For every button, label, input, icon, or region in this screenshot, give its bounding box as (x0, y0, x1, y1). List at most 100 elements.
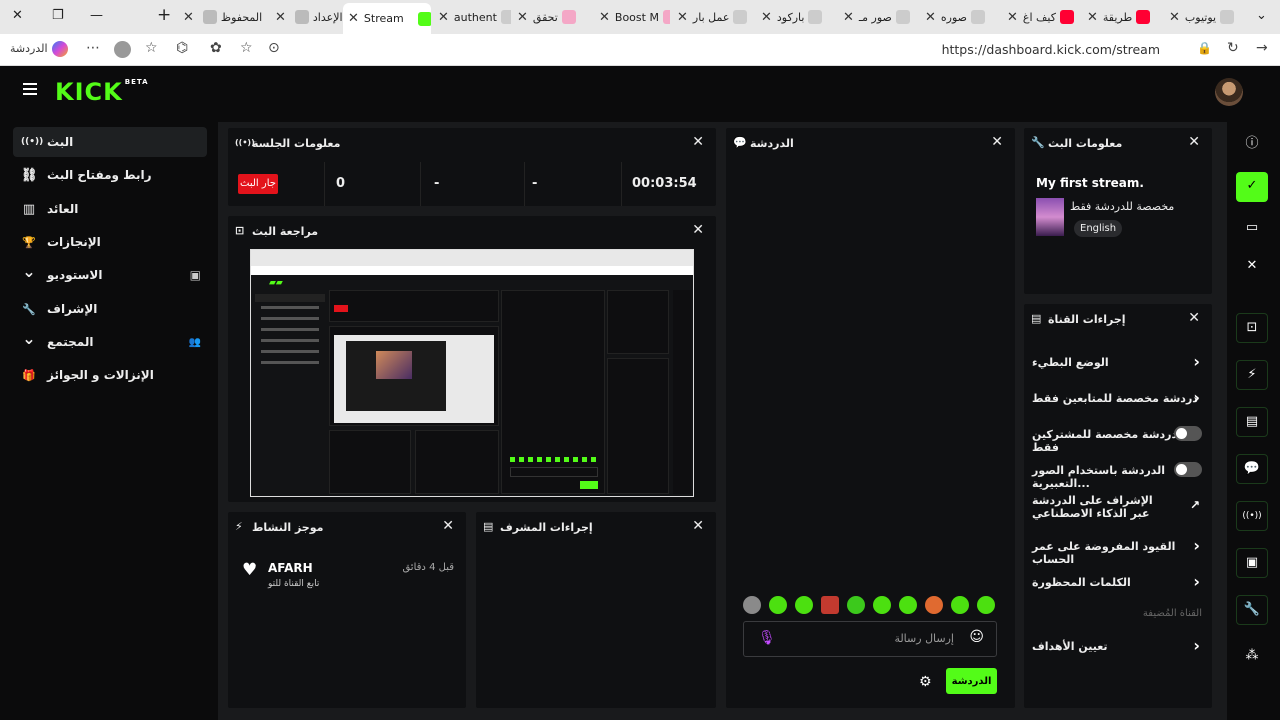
tab-make-barcode[interactable]: ✕ عمل بار (672, 4, 754, 30)
emote-icon[interactable] (925, 596, 943, 614)
stream-preview-video[interactable]: ▰▰ (250, 249, 694, 497)
tab-favicon-icon (1220, 10, 1235, 24)
close-icon[interactable]: ✕ (442, 518, 454, 534)
tab-how[interactable]: ✕ كيف اغ (1002, 4, 1080, 30)
close-icon[interactable]: ✕ (692, 134, 704, 150)
lightning-icon[interactable]: ⚡ (1236, 360, 1268, 390)
divider (524, 162, 525, 206)
sidebar-item-drops[interactable]: 🎁 الإنزالات و الجوائز (13, 360, 207, 390)
emote-icon[interactable] (769, 596, 787, 614)
close-icon[interactable]: ✕ (1188, 310, 1200, 326)
panel-header: ((•)) معلومات الجلسة ✕ (235, 134, 704, 150)
action-followers-only[interactable]: دردشة مخصصة للمتابعين فقط › (1024, 384, 1212, 414)
activity-feed-panel: ⚡ موجز النشاط ✕ ♥ AFARH قبل 4 دقائق تابع… (228, 512, 466, 708)
category-name[interactable]: مخصصة للدردشة فقط (1070, 200, 1174, 213)
sidebar-item-stream[interactable]: ((•)) البث (13, 127, 207, 157)
action-slow-mode[interactable]: الوضع البطيء › (1024, 348, 1212, 378)
close-icon[interactable]: ✕ (692, 518, 704, 534)
external-link-icon: ↗ (1189, 498, 1200, 512)
emote-icon[interactable] (899, 596, 917, 614)
extensions-icon[interactable]: ✿ (210, 40, 222, 56)
emote-icon[interactable] (743, 596, 761, 614)
add-favorite-icon[interactable]: ☆ (240, 40, 253, 56)
close-window-icon[interactable]: ✕ (12, 8, 23, 23)
tab-images[interactable]: ✕ صور مـ (838, 4, 918, 30)
browser-tab-bar: ✕ ❐ — + ✕ المحفوظ ✕ الإعداد ✕ Stream ✕ authe… (0, 0, 1280, 34)
emote-icon[interactable] (951, 596, 969, 614)
smiley-icon[interactable]: ☺ (969, 629, 984, 645)
tab-settings[interactable]: ✕ الإعداد (270, 4, 348, 30)
chat-input[interactable]: 🎙 إرسال رسالة ☺ (743, 621, 997, 657)
close-icon[interactable]: ✕ (991, 134, 1003, 150)
emote-icon[interactable] (795, 596, 813, 614)
emote-icon[interactable] (847, 596, 865, 614)
emote-icon[interactable] (873, 596, 891, 614)
sidebar-item-community[interactable]: ⌄ المجتمع 👥 (13, 327, 207, 357)
sidebar-item-studio[interactable]: ⌄ الاستوديو ▣ (13, 260, 207, 290)
tab-favicon-icon (202, 10, 217, 24)
close-icon[interactable]: ✕ (1188, 134, 1200, 150)
send-chat-button[interactable]: الدردشة (946, 668, 997, 694)
layout-grid-icon[interactable]: ▣ (1236, 548, 1268, 578)
layout-icon[interactable]: ▭ (1236, 214, 1268, 244)
check-icon[interactable]: ✓ (1236, 172, 1268, 202)
close-icon[interactable]: ✕ (1236, 252, 1268, 282)
sidebar-item-stream-key[interactable]: ⛓ رابط ومفتاح البث (13, 160, 207, 190)
tab-image[interactable]: ✕ صوره (920, 4, 1000, 30)
broadcast-icon[interactable]: ((•)) (1236, 501, 1268, 531)
sidebar-item-achievements[interactable]: 🏆 الإنجازات (13, 227, 207, 257)
tab-barcode[interactable]: ✕ باركود (756, 4, 836, 30)
wrench-icon[interactable]: 🔧 (1236, 595, 1268, 625)
action-account-age[interactable]: القيود المفروضة على عمر الحساب › (1024, 532, 1212, 566)
camera-icon[interactable]: ⊡ (1236, 313, 1268, 343)
close-icon[interactable]: ✕ (692, 222, 704, 238)
url-box[interactable]: https://dashboard.kick.com/stream (260, 38, 1220, 62)
restore-window-icon[interactable]: ❐ (52, 8, 64, 23)
stream-title[interactable]: My first stream. (1036, 176, 1144, 190)
heart-icon: ♥ (242, 560, 258, 580)
avatar[interactable] (1215, 78, 1243, 106)
sidebar-item-moderation[interactable]: 🔧 الإشراف (13, 294, 207, 324)
back-icon[interactable]: → (1256, 40, 1268, 56)
sidebar-item-revenue[interactable]: ▥ العائد (13, 194, 207, 224)
new-tab-icon[interactable]: + (157, 5, 171, 25)
microphone-icon[interactable]: 🎙 (758, 630, 776, 646)
favorites-icon[interactable]: ☆ (145, 40, 158, 56)
tab-search-icon[interactable]: ⌄ (1256, 8, 1267, 23)
action-ai-moderation[interactable]: الإشراف على الدردشة عبر الذكاء الاصطناعي… (1024, 490, 1212, 530)
menu-icon[interactable] (23, 83, 37, 98)
copilot-label[interactable]: الدردشة (10, 42, 48, 55)
trophy-icon: 🏆 (22, 235, 36, 249)
preview-rail (673, 290, 691, 494)
copilot-icon[interactable] (52, 41, 68, 57)
tab-youtube[interactable]: ✕ يوتيوب (1164, 4, 1248, 30)
tab-saved[interactable]: ✕ المحفوظ (178, 4, 268, 30)
community-icon[interactable]: ⁂ (1236, 642, 1268, 672)
action-set-goals[interactable]: تعيين الأهداف › (1024, 632, 1212, 662)
tab-favicon-icon (971, 10, 986, 24)
emote-icon[interactable] (821, 596, 839, 614)
tab-boost[interactable]: ✕ Boost M (594, 4, 670, 30)
profile-icon[interactable] (114, 41, 131, 58)
emote-icon[interactable] (977, 596, 995, 614)
minimize-window-icon[interactable]: — (90, 8, 103, 23)
tab-authent[interactable]: ✕ authent (433, 4, 511, 30)
more-icon[interactable]: ⋯ (86, 40, 100, 56)
tab-method[interactable]: ✕ طريقة (1082, 4, 1162, 30)
collections-icon[interactable]: ⌬ (176, 40, 188, 56)
subscribers-only-toggle[interactable] (1174, 426, 1202, 441)
tab-stream[interactable]: ✕ Stream (343, 3, 431, 34)
info-icon[interactable]: ⓘ (1236, 130, 1268, 160)
emote-only-toggle[interactable] (1174, 462, 1202, 477)
document-icon[interactable]: ▤ (1236, 407, 1268, 437)
gear-icon[interactable]: ⚙ (919, 674, 932, 690)
activity-user[interactable]: AFARH (268, 561, 313, 575)
stream-preview-panel: ⊡ مراجعة البث ✕ ▰▰ (228, 216, 716, 502)
tab-verify[interactable]: ✕ تحقق (512, 4, 592, 30)
action-banned-words[interactable]: الكلمات المحظورة › (1024, 568, 1212, 598)
chat-icon[interactable]: 💬 (1236, 454, 1268, 484)
refresh-icon[interactable]: ↻ (1227, 40, 1239, 56)
kick-logo[interactable]: KICK BETA (55, 78, 149, 106)
lightning-icon: ⚡ (235, 520, 243, 533)
activity-time: قبل 4 دقائق (402, 562, 454, 573)
